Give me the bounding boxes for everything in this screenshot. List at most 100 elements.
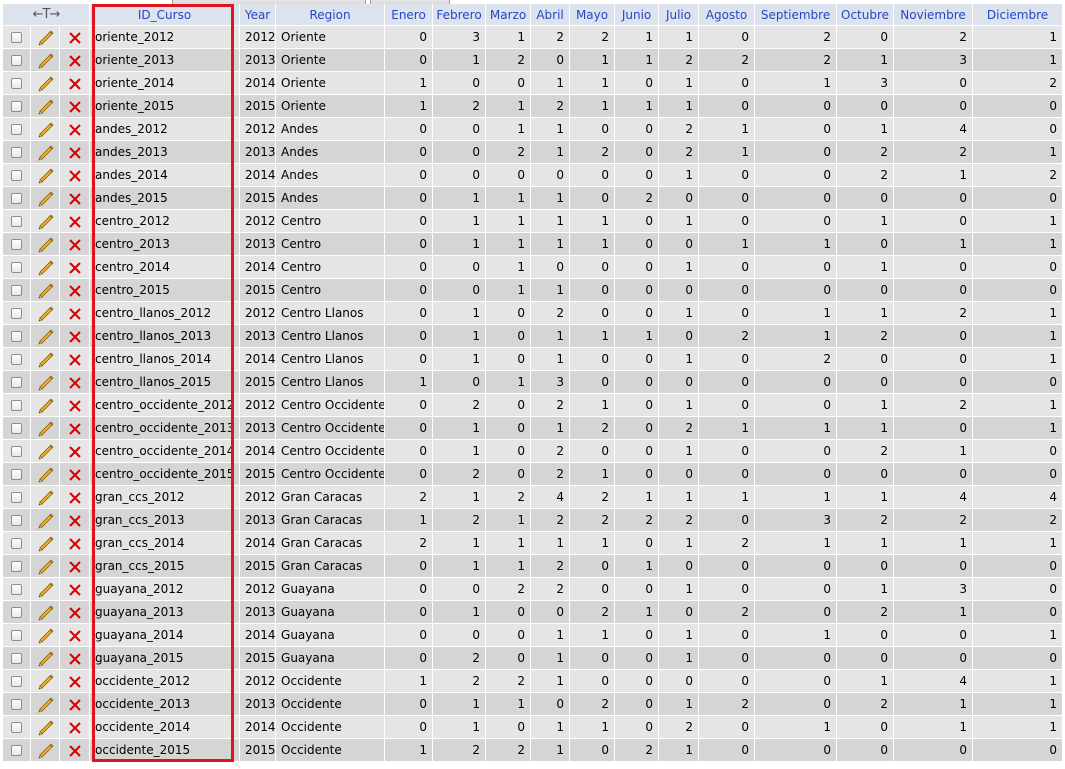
pencil-icon[interactable] bbox=[37, 213, 54, 230]
pencil-icon[interactable] bbox=[37, 650, 54, 667]
row-checkbox[interactable] bbox=[11, 308, 22, 319]
column-header-diciembre[interactable]: Diciembre bbox=[973, 4, 1064, 26]
pencil-icon[interactable] bbox=[37, 75, 54, 92]
column-resize-toggle[interactable]: ←T→ bbox=[3, 4, 91, 26]
pencil-icon[interactable] bbox=[37, 627, 54, 644]
delete-x-icon[interactable] bbox=[68, 698, 82, 712]
pencil-icon[interactable] bbox=[37, 374, 54, 391]
pencil-icon[interactable] bbox=[37, 29, 54, 46]
column-header-junio[interactable]: Junio bbox=[615, 4, 660, 26]
row-checkbox[interactable] bbox=[11, 354, 22, 365]
pencil-icon[interactable] bbox=[37, 351, 54, 368]
row-checkbox[interactable] bbox=[11, 193, 22, 204]
row-checkbox[interactable] bbox=[11, 331, 22, 342]
row-checkbox[interactable] bbox=[11, 492, 22, 503]
pencil-icon[interactable] bbox=[37, 581, 54, 598]
pencil-icon[interactable] bbox=[37, 121, 54, 138]
delete-x-icon[interactable] bbox=[68, 238, 82, 252]
pencil-icon[interactable] bbox=[37, 420, 54, 437]
row-checkbox[interactable] bbox=[11, 147, 22, 158]
row-checkbox[interactable] bbox=[11, 101, 22, 112]
row-checkbox[interactable] bbox=[11, 400, 22, 411]
pencil-icon[interactable] bbox=[37, 742, 54, 759]
row-checkbox[interactable] bbox=[11, 607, 22, 618]
delete-x-icon[interactable] bbox=[68, 261, 82, 275]
row-checkbox[interactable] bbox=[11, 538, 22, 549]
delete-x-icon[interactable] bbox=[68, 215, 82, 229]
pencil-icon[interactable] bbox=[37, 144, 54, 161]
pencil-icon[interactable] bbox=[37, 52, 54, 69]
delete-x-icon[interactable] bbox=[68, 146, 82, 160]
row-checkbox[interactable] bbox=[11, 32, 22, 43]
row-checkbox[interactable] bbox=[11, 630, 22, 641]
delete-x-icon[interactable] bbox=[68, 376, 82, 390]
delete-x-icon[interactable] bbox=[68, 629, 82, 643]
column-header-octubre[interactable]: Octubre bbox=[837, 4, 895, 26]
row-checkbox[interactable] bbox=[11, 653, 22, 664]
pencil-icon[interactable] bbox=[37, 282, 54, 299]
pencil-icon[interactable] bbox=[37, 696, 54, 713]
delete-x-icon[interactable] bbox=[68, 537, 82, 551]
row-checkbox[interactable] bbox=[11, 170, 22, 181]
pencil-icon[interactable] bbox=[37, 719, 54, 736]
row-checkbox[interactable] bbox=[11, 446, 22, 457]
delete-x-icon[interactable] bbox=[68, 468, 82, 482]
delete-x-icon[interactable] bbox=[68, 422, 82, 436]
delete-x-icon[interactable] bbox=[68, 675, 82, 689]
delete-x-icon[interactable] bbox=[68, 514, 82, 528]
delete-x-icon[interactable] bbox=[68, 353, 82, 367]
pencil-icon[interactable] bbox=[37, 512, 54, 529]
column-header-region[interactable]: Region bbox=[276, 4, 386, 26]
pencil-icon[interactable] bbox=[37, 466, 54, 483]
delete-x-icon[interactable] bbox=[68, 606, 82, 620]
column-header-agosto[interactable]: Agosto bbox=[699, 4, 756, 26]
delete-x-icon[interactable] bbox=[68, 284, 82, 298]
column-header-febrero[interactable]: Febrero bbox=[433, 4, 487, 26]
column-header-year[interactable]: Year bbox=[240, 4, 277, 26]
column-header-marzo[interactable]: Marzo bbox=[486, 4, 532, 26]
row-checkbox[interactable] bbox=[11, 285, 22, 296]
pencil-icon[interactable] bbox=[37, 328, 54, 345]
delete-x-icon[interactable] bbox=[68, 721, 82, 735]
row-checkbox[interactable] bbox=[11, 239, 22, 250]
delete-x-icon[interactable] bbox=[68, 491, 82, 505]
delete-x-icon[interactable] bbox=[68, 123, 82, 137]
pencil-icon[interactable] bbox=[37, 98, 54, 115]
delete-x-icon[interactable] bbox=[68, 445, 82, 459]
pencil-icon[interactable] bbox=[37, 236, 54, 253]
delete-x-icon[interactable] bbox=[68, 54, 82, 68]
row-checkbox[interactable] bbox=[11, 423, 22, 434]
column-header-id-curso[interactable]: ID_Curso bbox=[90, 4, 241, 26]
delete-x-icon[interactable] bbox=[68, 31, 82, 45]
pencil-icon[interactable] bbox=[37, 305, 54, 322]
delete-x-icon[interactable] bbox=[68, 744, 82, 758]
delete-x-icon[interactable] bbox=[68, 652, 82, 666]
pencil-icon[interactable] bbox=[37, 558, 54, 575]
pencil-icon[interactable] bbox=[37, 167, 54, 184]
delete-x-icon[interactable] bbox=[68, 100, 82, 114]
row-checkbox[interactable] bbox=[11, 515, 22, 526]
pencil-icon[interactable] bbox=[37, 190, 54, 207]
row-checkbox[interactable] bbox=[11, 216, 22, 227]
column-header-abril[interactable]: Abril bbox=[531, 4, 571, 26]
column-header-noviembre[interactable]: Noviembre bbox=[894, 4, 974, 26]
delete-x-icon[interactable] bbox=[68, 169, 82, 183]
row-checkbox[interactable] bbox=[11, 55, 22, 66]
row-checkbox[interactable] bbox=[11, 124, 22, 135]
pencil-icon[interactable] bbox=[37, 535, 54, 552]
row-checkbox[interactable] bbox=[11, 676, 22, 687]
pencil-icon[interactable] bbox=[37, 443, 54, 460]
delete-x-icon[interactable] bbox=[68, 583, 82, 597]
row-checkbox[interactable] bbox=[11, 745, 22, 756]
delete-x-icon[interactable] bbox=[68, 330, 82, 344]
row-checkbox[interactable] bbox=[11, 699, 22, 710]
pencil-icon[interactable] bbox=[37, 489, 54, 506]
delete-x-icon[interactable] bbox=[68, 399, 82, 413]
pencil-icon[interactable] bbox=[37, 259, 54, 276]
row-checkbox[interactable] bbox=[11, 584, 22, 595]
delete-x-icon[interactable] bbox=[68, 192, 82, 206]
delete-x-icon[interactable] bbox=[68, 307, 82, 321]
row-checkbox[interactable] bbox=[11, 262, 22, 273]
row-checkbox[interactable] bbox=[11, 78, 22, 89]
delete-x-icon[interactable] bbox=[68, 77, 82, 91]
